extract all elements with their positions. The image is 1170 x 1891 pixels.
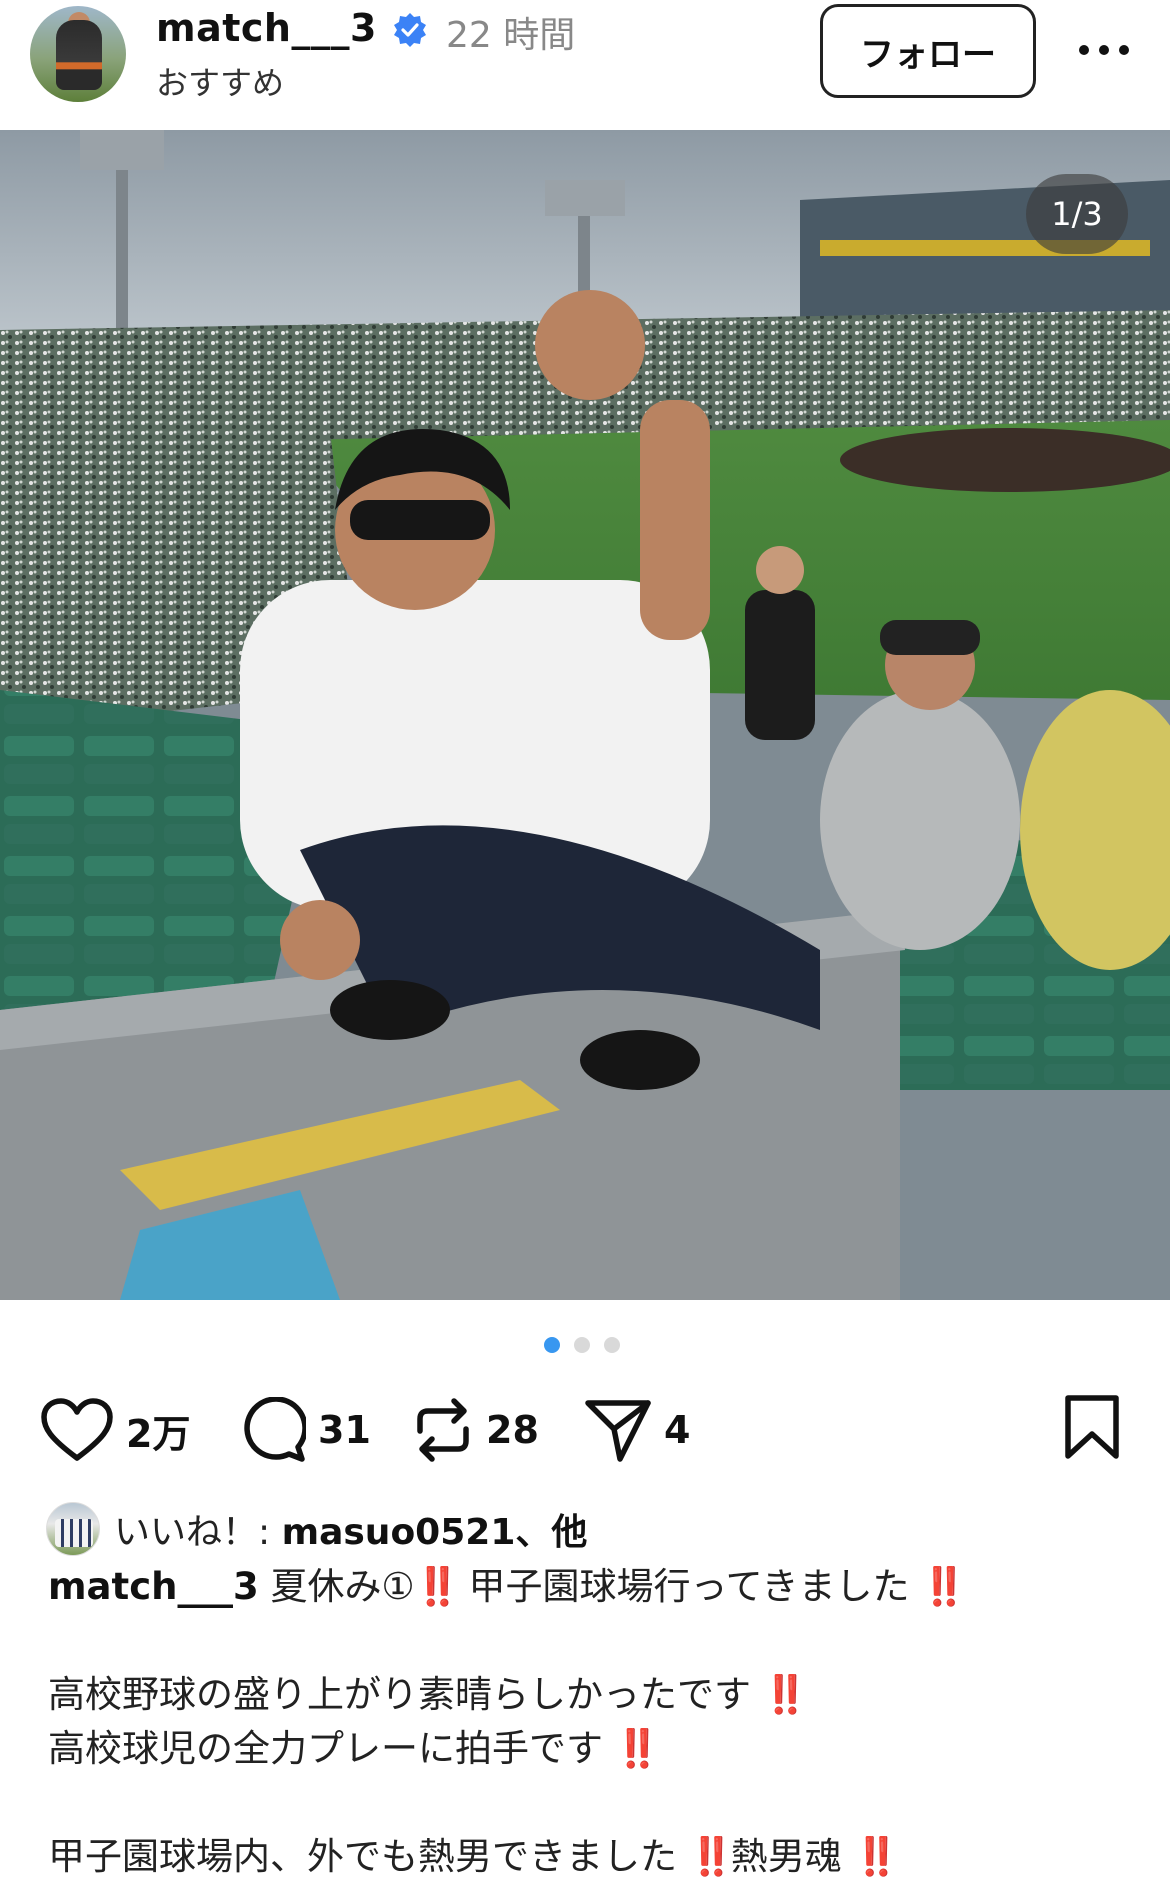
stadium-photo-illustration [0, 130, 1170, 1300]
caption-line-4b: 熱男魂 [730, 1835, 842, 1878]
post-photo[interactable] [0, 130, 1170, 1300]
like-count: 2万 [126, 1411, 191, 1456]
liked-by-user[interactable]: masuo0521 [282, 1512, 516, 1553]
post-caption: match___3 夏休み①‼️ 甲子園球場行ってきました ‼️ 高校野球の盛り… [48, 1560, 1138, 1884]
caption-line-1: 夏休み① [270, 1565, 415, 1608]
caption-line-4: 甲子園球場内、外でも熱男できました [48, 1835, 677, 1878]
repost-action[interactable]: 28 [412, 1390, 539, 1470]
liked-by-prefix: いいね！: [114, 1512, 282, 1553]
carousel-dot[interactable] [604, 1337, 620, 1353]
send-paper-plane-icon[interactable] [584, 1397, 652, 1463]
liked-by-text: いいね！: masuo0521、他 [114, 1503, 587, 1555]
caption-line-3: 高校球児の全力プレーに拍手です [48, 1727, 603, 1770]
caption-line-2: 高校野球の盛り上がり素晴らしかったです [48, 1673, 751, 1716]
post-header: match___3 22 時間 おすすめ フォロー [0, 0, 1170, 130]
repost-count: 28 [486, 1408, 539, 1452]
emphasis-icon: ‼️ [688, 1835, 735, 1878]
liker-avatar[interactable] [46, 1502, 100, 1556]
more-options-icon[interactable] [1074, 30, 1134, 70]
emphasis-icon: ‼️ [921, 1565, 967, 1608]
follow-button[interactable]: フォロー [820, 4, 1036, 98]
user-avatar[interactable] [30, 6, 126, 102]
share-count: 4 [664, 1408, 691, 1452]
comment-action[interactable]: 31 [240, 1390, 371, 1470]
photo-counter-badge: 1/3 [1026, 174, 1128, 254]
liked-by-line[interactable]: いいね！: masuo0521、他 [46, 1500, 587, 1558]
repost-icon[interactable] [412, 1395, 474, 1465]
caption-line-1b: 甲子園球場行ってきました [468, 1565, 910, 1608]
heart-icon[interactable] [40, 1398, 114, 1462]
avatar-figure [56, 20, 102, 90]
post-time: 22 時間 [446, 15, 576, 56]
recommendation-label: おすすめ [156, 64, 285, 102]
like-action[interactable]: 2万 [40, 1390, 190, 1470]
emphasis-icon: ‼️ [853, 1835, 900, 1878]
username-link[interactable]: match___3 [156, 6, 377, 50]
verified-badge-icon [394, 13, 426, 47]
carousel-dot-active[interactable] [544, 1337, 560, 1353]
bookmark-icon[interactable] [1062, 1394, 1122, 1460]
caption-username[interactable]: match___3 [48, 1565, 259, 1608]
emphasis-icon: ‼️ [762, 1673, 809, 1716]
emphasis-icon: ‼️ [414, 1565, 461, 1608]
comment-count: 31 [318, 1408, 371, 1452]
action-bar: 2万 31 28 4 [0, 1390, 1170, 1470]
emphasis-icon: ‼️ [614, 1727, 661, 1770]
carousel-dots [544, 1337, 620, 1353]
comment-bubble-icon[interactable] [240, 1397, 306, 1463]
carousel-dot[interactable] [574, 1337, 590, 1353]
liked-by-suffix: 、他 [515, 1512, 588, 1553]
share-action[interactable]: 4 [584, 1390, 690, 1470]
